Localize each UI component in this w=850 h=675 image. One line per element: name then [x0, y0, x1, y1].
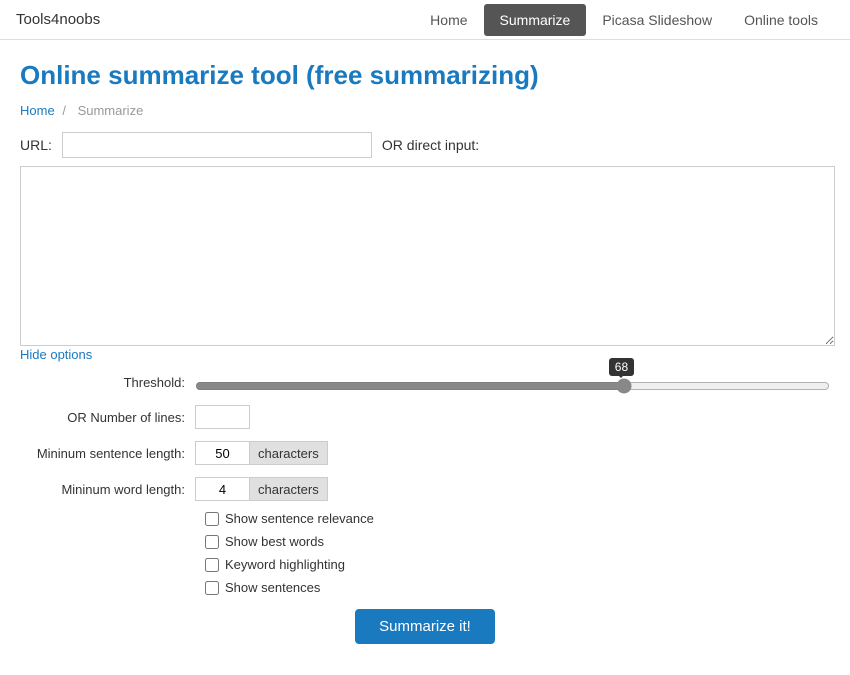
breadcrumb-home[interactable]: Home	[20, 103, 55, 118]
threshold-slider[interactable]	[195, 378, 830, 394]
page-title: Online summarize tool (free summarizing)	[20, 60, 830, 91]
lines-row: OR Number of lines:	[20, 403, 830, 431]
hide-options-link[interactable]: Hide options	[20, 347, 92, 362]
nav-picasa[interactable]: Picasa Slideshow	[586, 4, 728, 36]
checkbox-relevance[interactable]	[205, 512, 219, 526]
main-content: Online summarize tool (free summarizing)…	[0, 40, 850, 664]
min-word-suffix: characters	[250, 477, 328, 501]
nav-summarize[interactable]: Summarize	[484, 4, 587, 36]
checkbox-bestwords-label: Show best words	[225, 534, 324, 549]
url-input[interactable]	[62, 132, 372, 158]
breadcrumb: Home / Summarize	[20, 103, 830, 118]
min-sentence-suffix: characters	[250, 441, 328, 465]
checkbox-sentences-row: Show sentences	[205, 580, 830, 595]
min-word-label: Mininum word length:	[20, 482, 195, 497]
checkbox-keyword[interactable]	[205, 558, 219, 572]
min-sentence-label: Mininum sentence length:	[20, 446, 195, 461]
direct-input-textarea[interactable]	[20, 166, 835, 346]
breadcrumb-separator: /	[62, 103, 66, 118]
checkbox-bestwords-row: Show best words	[205, 534, 830, 549]
checkbox-sentences[interactable]	[205, 581, 219, 595]
checkbox-sentences-label: Show sentences	[225, 580, 320, 595]
min-sentence-row: Mininum sentence length: characters	[20, 439, 830, 467]
summarize-button[interactable]: Summarize it!	[355, 609, 495, 644]
site-logo: Tools4noobs	[16, 11, 414, 28]
nav-home[interactable]: Home	[414, 4, 483, 36]
checkbox-bestwords[interactable]	[205, 535, 219, 549]
url-row: URL: OR direct input:	[20, 132, 830, 158]
checkbox-keyword-label: Keyword highlighting	[225, 557, 345, 572]
checkbox-keyword-row: Keyword highlighting	[205, 557, 830, 572]
breadcrumb-current: Summarize	[78, 103, 144, 118]
threshold-row: Threshold: 68	[20, 368, 830, 397]
min-word-input[interactable]	[195, 477, 250, 501]
url-label: URL:	[20, 137, 52, 153]
checkbox-relevance-row: Show sentence relevance	[205, 511, 830, 526]
threshold-tooltip: 68	[609, 358, 634, 376]
nav-bar: Tools4noobs Home Summarize Picasa Slides…	[0, 0, 850, 40]
lines-label: OR Number of lines:	[20, 410, 195, 425]
min-word-row: Mininum word length: characters	[20, 475, 830, 503]
threshold-slider-wrap: 68	[195, 368, 830, 397]
lines-input[interactable]	[195, 405, 250, 429]
nav-online-tools[interactable]: Online tools	[728, 4, 834, 36]
or-direct-label: OR direct input:	[382, 137, 479, 153]
threshold-label: Threshold:	[20, 375, 195, 390]
nav-links: Home Summarize Picasa Slideshow Online t…	[414, 4, 834, 36]
checkbox-relevance-label: Show sentence relevance	[225, 511, 374, 526]
min-sentence-input[interactable]	[195, 441, 250, 465]
